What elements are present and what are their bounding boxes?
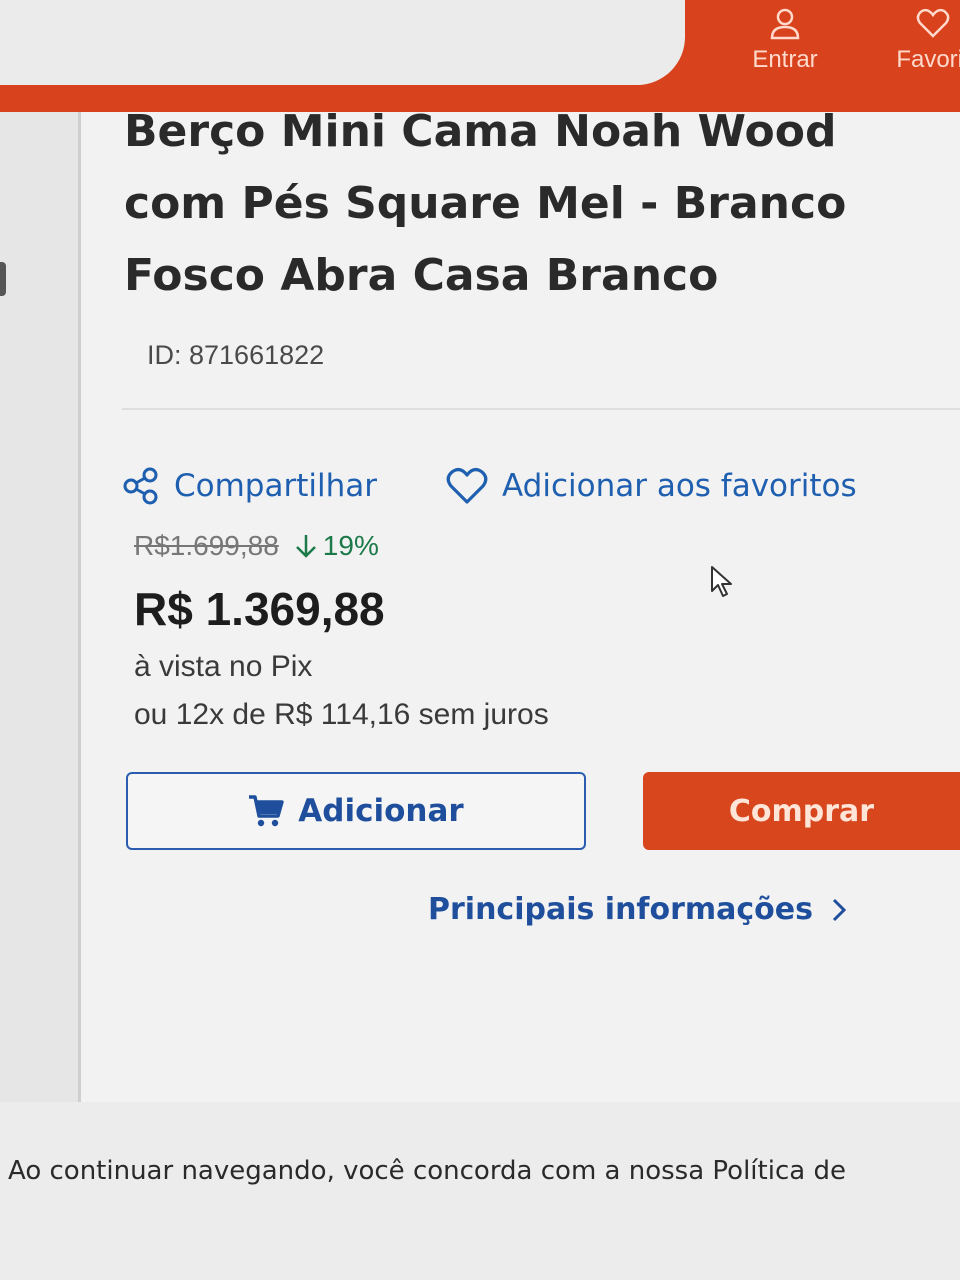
old-price: R$1.699,88 <box>134 530 279 561</box>
left-gutter <box>0 112 78 1102</box>
chevron-right-icon <box>832 898 847 921</box>
favorite-label: Adicionar aos favoritos <box>502 468 857 504</box>
add-to-cart-button[interactable]: Adicionar <box>126 772 586 850</box>
user-icon <box>770 8 800 40</box>
share-label: Compartilhar <box>174 468 377 504</box>
divider <box>122 408 960 410</box>
buy-label: Comprar <box>728 793 875 829</box>
current-price: R$ 1.369,88 <box>134 583 385 635</box>
old-price-row: R$1.699,88 19% <box>134 530 379 562</box>
mouse-cursor-icon <box>711 566 732 597</box>
add-label: Adicionar <box>298 793 464 829</box>
title-line: Fosco Abra Casa Branco <box>124 250 719 301</box>
add-favorite-link[interactable]: Adicionar aos favoritos <box>446 462 857 510</box>
title-line: Berço Mini Cama Noah Wood <box>124 106 837 157</box>
heart-icon <box>916 8 950 38</box>
pix-note: à vista no Pix <box>134 650 313 683</box>
main-info-label: Principais informações <box>428 892 813 927</box>
product-id: ID: 871661822 <box>147 340 325 370</box>
heart-outline-icon <box>446 468 488 504</box>
favorites-label: Favorit <box>896 46 960 73</box>
discount-badge: 19% <box>295 530 379 562</box>
cookie-notice: Ao continuar navegando, você concorda co… <box>8 1156 846 1186</box>
share-link[interactable]: Compartilhar <box>122 462 377 510</box>
login-button[interactable]: Entrar <box>745 6 825 74</box>
cart-icon <box>249 795 284 827</box>
share-icon <box>123 467 158 505</box>
discount-percent: 19% <box>322 530 379 561</box>
search-bar[interactable] <box>0 0 685 85</box>
installments-note: ou 12x de R$ 114,16 sem juros <box>134 698 549 731</box>
product-title: Berço Mini Cama Noah Wood com Pés Square… <box>124 96 847 312</box>
title-line: com Pés Square Mel - Branco <box>124 178 847 229</box>
main-info-link[interactable]: Principais informações <box>428 892 847 927</box>
carousel-arrow[interactable] <box>0 262 6 296</box>
arrow-down-icon <box>295 535 316 558</box>
favorites-button[interactable]: Favorit <box>878 6 960 74</box>
buy-button[interactable]: Comprar <box>643 772 960 850</box>
login-label: Entrar <box>752 46 818 73</box>
